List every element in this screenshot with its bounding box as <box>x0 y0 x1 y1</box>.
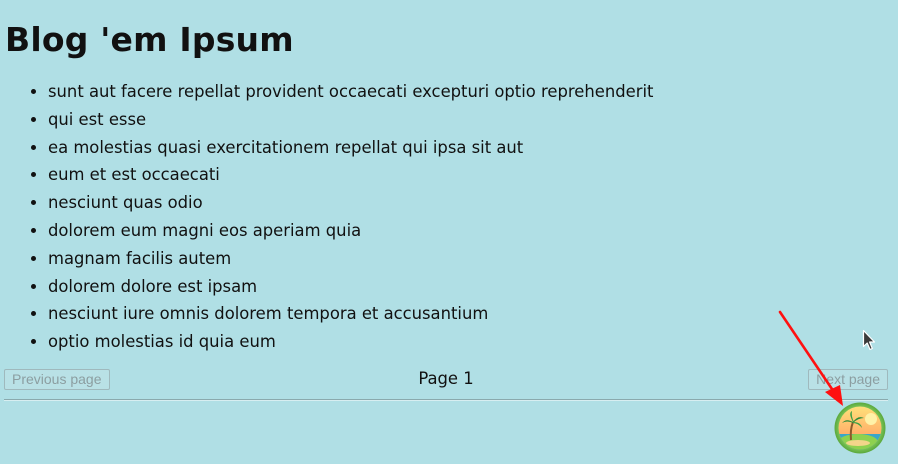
page-title: Blog 'em Ipsum <box>5 20 294 59</box>
list-item[interactable]: dolorem dolore est ipsam <box>48 273 653 301</box>
pagination: Previous page Page 1 Next page <box>4 368 888 392</box>
mouse-cursor-icon <box>862 329 876 351</box>
list-item[interactable]: magnam facilis autem <box>48 245 653 273</box>
list-item[interactable]: nesciunt iure omnis dolorem tempora et a… <box>48 300 653 328</box>
list-item[interactable]: ea molestias quasi exercitationem repell… <box>48 134 653 162</box>
post-list: sunt aut facere repellat provident occae… <box>0 78 653 356</box>
palm-tree-island-icon[interactable] <box>834 402 886 454</box>
list-item[interactable]: eum et est occaecati <box>48 161 653 189</box>
page-indicator: Page 1 <box>418 369 474 388</box>
divider <box>4 399 888 401</box>
list-item[interactable]: optio molestias id quia eum <box>48 328 653 356</box>
list-item[interactable]: sunt aut facere repellat provident occae… <box>48 78 653 106</box>
list-item[interactable]: nesciunt quas odio <box>48 189 653 217</box>
list-item[interactable]: dolorem eum magni eos aperiam quia <box>48 217 653 245</box>
next-page-button[interactable]: Next page <box>808 369 888 390</box>
list-item[interactable]: qui est esse <box>48 106 653 134</box>
